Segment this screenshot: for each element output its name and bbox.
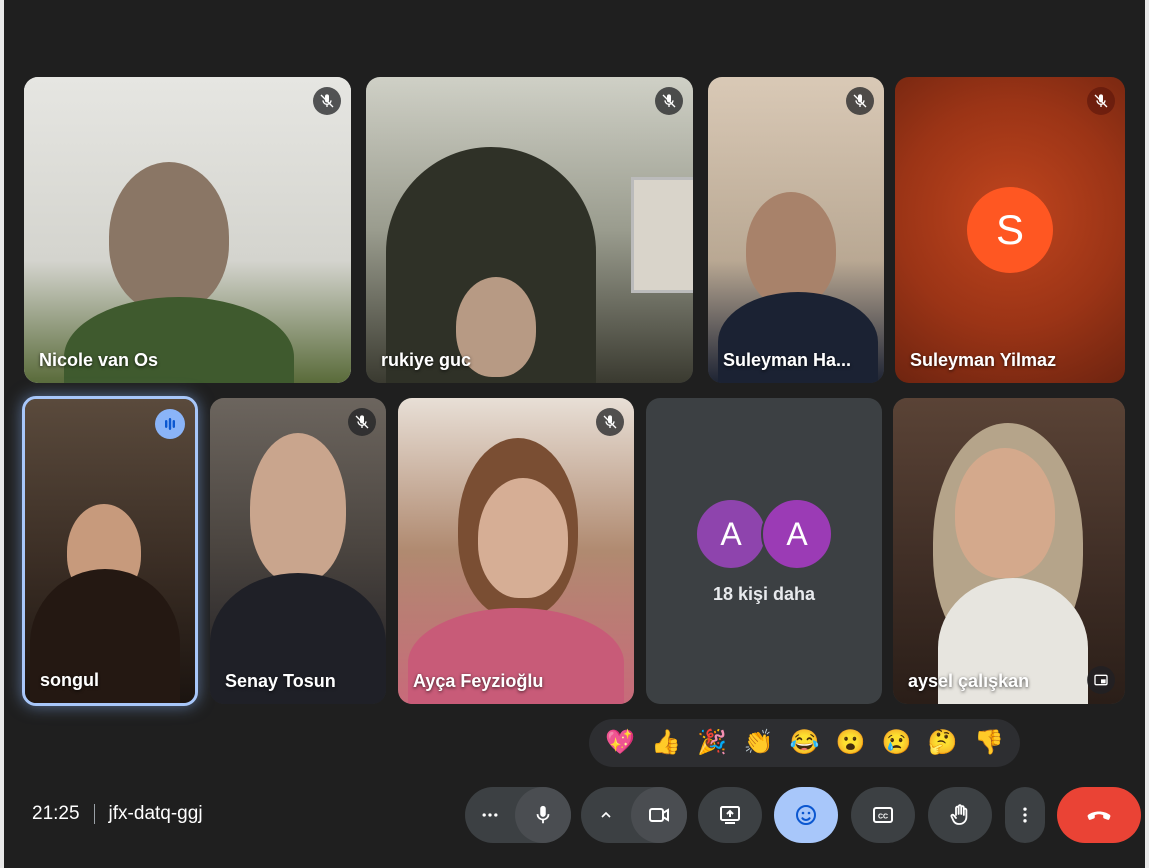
participant-name: rukiye guc bbox=[381, 350, 472, 370]
mic-off-icon bbox=[348, 408, 376, 436]
mic-off-icon bbox=[596, 408, 624, 436]
participant-name: Ayça Feyzioğlu bbox=[413, 671, 544, 691]
end-call-button[interactable] bbox=[1057, 787, 1141, 843]
participant-tile[interactable]: Senay Tosun bbox=[210, 398, 386, 704]
participant-tile[interactable]: Ayça Feyzioğlu bbox=[398, 398, 634, 704]
participant-tile[interactable]: songul bbox=[22, 396, 198, 706]
divider bbox=[93, 804, 95, 824]
reaction-thinking[interactable]: 🤔 bbox=[928, 731, 958, 755]
video-controls bbox=[581, 787, 687, 843]
reaction-clapping[interactable]: 👏 bbox=[743, 731, 773, 755]
speaking-indicator-icon bbox=[155, 409, 185, 439]
reactions-bar: 💖 👍 🎉 👏 😂 😮 😢 🤔 👎 bbox=[589, 719, 1020, 767]
meeting-code[interactable]: jfx-datq-ggj bbox=[109, 803, 203, 825]
participant-video bbox=[25, 399, 195, 703]
participant-name: aysel çalışkan bbox=[908, 671, 1030, 691]
reaction-laughing[interactable]: 😂 bbox=[790, 731, 820, 755]
meeting-info: 21:25 jfx-datq-ggj bbox=[32, 803, 203, 825]
more-vert-icon bbox=[1023, 807, 1027, 823]
captions-button[interactable]: CC bbox=[851, 787, 915, 843]
participant-tile[interactable]: rukiye guc bbox=[366, 77, 693, 383]
more-participants-label: 18 kişi daha bbox=[712, 584, 816, 604]
mic-off-icon bbox=[313, 87, 341, 115]
more-options-button[interactable] bbox=[1005, 787, 1045, 843]
participant-video bbox=[24, 77, 351, 383]
participant-name: Nicole van Os bbox=[39, 350, 159, 370]
participant-tile[interactable]: aysel çalışkan bbox=[893, 398, 1125, 704]
participant-tile[interactable]: Nicole van Os bbox=[24, 77, 351, 383]
raise-hand-button[interactable] bbox=[928, 787, 992, 843]
meeting-time: 21:25 bbox=[32, 803, 80, 824]
chevron-up-icon bbox=[601, 811, 611, 818]
participant-name: Suleyman Ha... bbox=[723, 350, 852, 370]
audio-options-button[interactable] bbox=[465, 787, 515, 843]
participant-video bbox=[366, 77, 693, 383]
emoji-icon bbox=[796, 805, 816, 825]
present-screen-button[interactable] bbox=[698, 787, 762, 843]
avatar: A bbox=[695, 498, 767, 570]
mic-off-icon bbox=[846, 87, 874, 115]
avatar: A bbox=[761, 498, 833, 570]
avatar: S bbox=[967, 187, 1053, 273]
reaction-thumbs-up[interactable]: 👍 bbox=[651, 731, 681, 755]
reaction-sparkling-heart[interactable]: 💖 bbox=[605, 731, 635, 755]
mic-off-icon bbox=[655, 87, 683, 115]
more-participants-tile[interactable]: A A 18 kişi daha bbox=[646, 398, 882, 704]
reaction-thumbs-down[interactable]: 👎 bbox=[974, 731, 1004, 755]
pip-icon[interactable] bbox=[1087, 666, 1115, 694]
mic-button[interactable] bbox=[515, 787, 571, 843]
participant-video bbox=[893, 398, 1125, 704]
reactions-button[interactable] bbox=[774, 787, 838, 843]
camera-button[interactable] bbox=[631, 787, 687, 843]
participant-video bbox=[398, 398, 634, 704]
raise-hand-icon bbox=[950, 804, 968, 825]
reaction-party-popper[interactable]: 🎉 bbox=[697, 731, 727, 755]
end-call-icon bbox=[1087, 811, 1111, 820]
audio-controls bbox=[465, 787, 571, 843]
participant-name: Suleyman Yilmaz bbox=[910, 350, 1057, 370]
participant-video bbox=[708, 77, 884, 383]
participant-video bbox=[210, 398, 386, 704]
svg-text:CC: CC bbox=[878, 814, 888, 821]
participant-name: Senay Tosun bbox=[225, 671, 336, 691]
more-horiz-icon bbox=[482, 813, 498, 817]
participant-tile[interactable]: S Suleyman Yilmaz bbox=[895, 77, 1125, 383]
meeting-stage: Nicole van Os rukiye guc Suleyman Ha... … bbox=[0, 0, 1149, 868]
camera-icon bbox=[649, 808, 669, 822]
more-avatars: A A bbox=[695, 498, 833, 570]
captions-icon: CC bbox=[873, 807, 893, 823]
mic-off-icon bbox=[1087, 87, 1115, 115]
reaction-surprised[interactable]: 😮 bbox=[836, 731, 866, 755]
present-screen-icon bbox=[720, 806, 740, 824]
reaction-crying[interactable]: 😢 bbox=[882, 731, 912, 755]
video-options-button[interactable] bbox=[581, 787, 631, 843]
participant-name: songul bbox=[40, 670, 99, 690]
mic-icon bbox=[536, 805, 550, 824]
participant-tile[interactable]: Suleyman Ha... bbox=[708, 77, 884, 383]
